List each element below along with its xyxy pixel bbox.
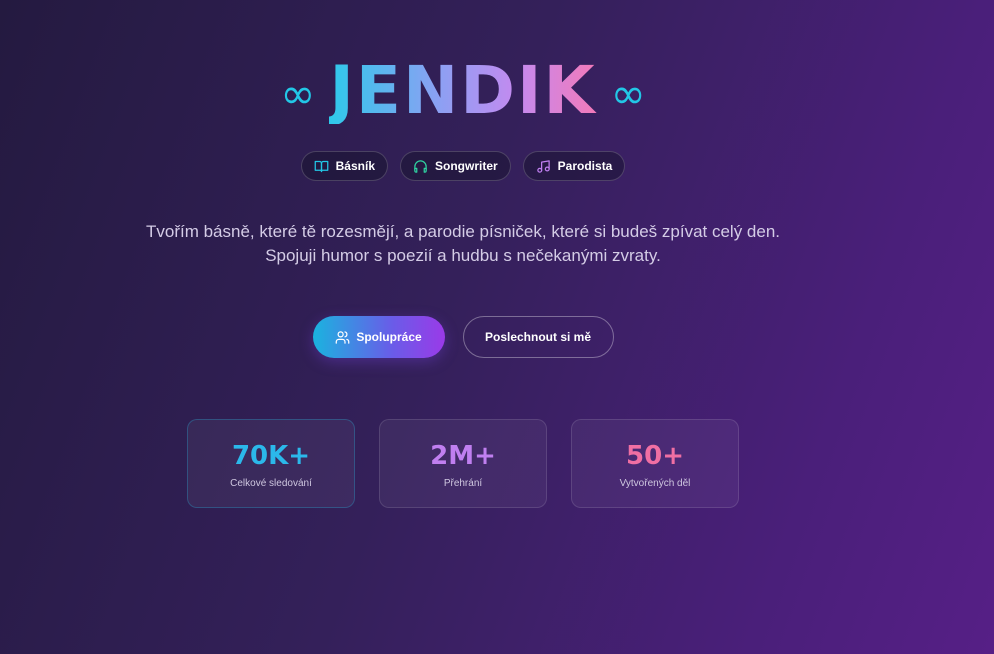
infinity-right-icon: ∞ (610, 69, 646, 118)
title-row: ∞ JENDIK ∞ (0, 58, 926, 124)
infinity-left-icon: ∞ (280, 69, 316, 118)
listen-button[interactable]: Poslechnout si mě (462, 316, 614, 358)
collaboration-button[interactable]: Spolupráce (312, 316, 445, 358)
page-title: JENDIK (329, 52, 597, 129)
tag-parodista: Parodista (522, 151, 626, 181)
stat-label: Přehrání (443, 477, 483, 489)
stat-label: Celkové sledování (230, 477, 312, 489)
tag-songwriter: Songwriter (400, 151, 511, 181)
listen-button-label: Poslechnout si mě (484, 330, 592, 344)
role-tags: Básník Songwriter Parodista (0, 151, 926, 181)
stat-value: 50+ (626, 440, 684, 471)
stat-label: Vytvořených děl (619, 477, 691, 489)
stat-card-views: 70K+ Celkové sledování (187, 419, 355, 508)
stat-card-plays: 2M+ Přehrání (379, 419, 547, 508)
tag-basnik: Básník (300, 151, 388, 181)
hero-description: Tvořím básně, které tě rozesmějí, a paro… (0, 220, 926, 268)
stats-row: 70K+ Celkové sledování 2M+ Přehrání 50+ … (0, 419, 926, 508)
stat-value: 2M+ (430, 440, 496, 471)
tag-label: Básník (335, 159, 375, 173)
stat-card-works: 50+ Vytvořených děl (571, 419, 739, 508)
music-note-icon (536, 159, 550, 173)
stat-value: 70K+ (231, 440, 311, 471)
book-open-icon (314, 160, 329, 172)
collaboration-button-label: Spolupráce (356, 330, 422, 344)
tag-label: Parodista (557, 159, 613, 173)
description-line-2: Spojuji humor s poezií a hudbu s nečekan… (265, 246, 661, 265)
cta-group: Spolupráce Poslechnout si mě (0, 316, 926, 358)
headphones-icon (414, 159, 427, 173)
tag-label: Songwriter (435, 159, 498, 173)
users-icon (335, 330, 350, 344)
hero-section: ∞ JENDIK ∞ Básník Songwriter Parodista T… (0, 0, 926, 654)
description-line-1: Tvořím básně, které tě rozesmějí, a paro… (145, 222, 781, 241)
